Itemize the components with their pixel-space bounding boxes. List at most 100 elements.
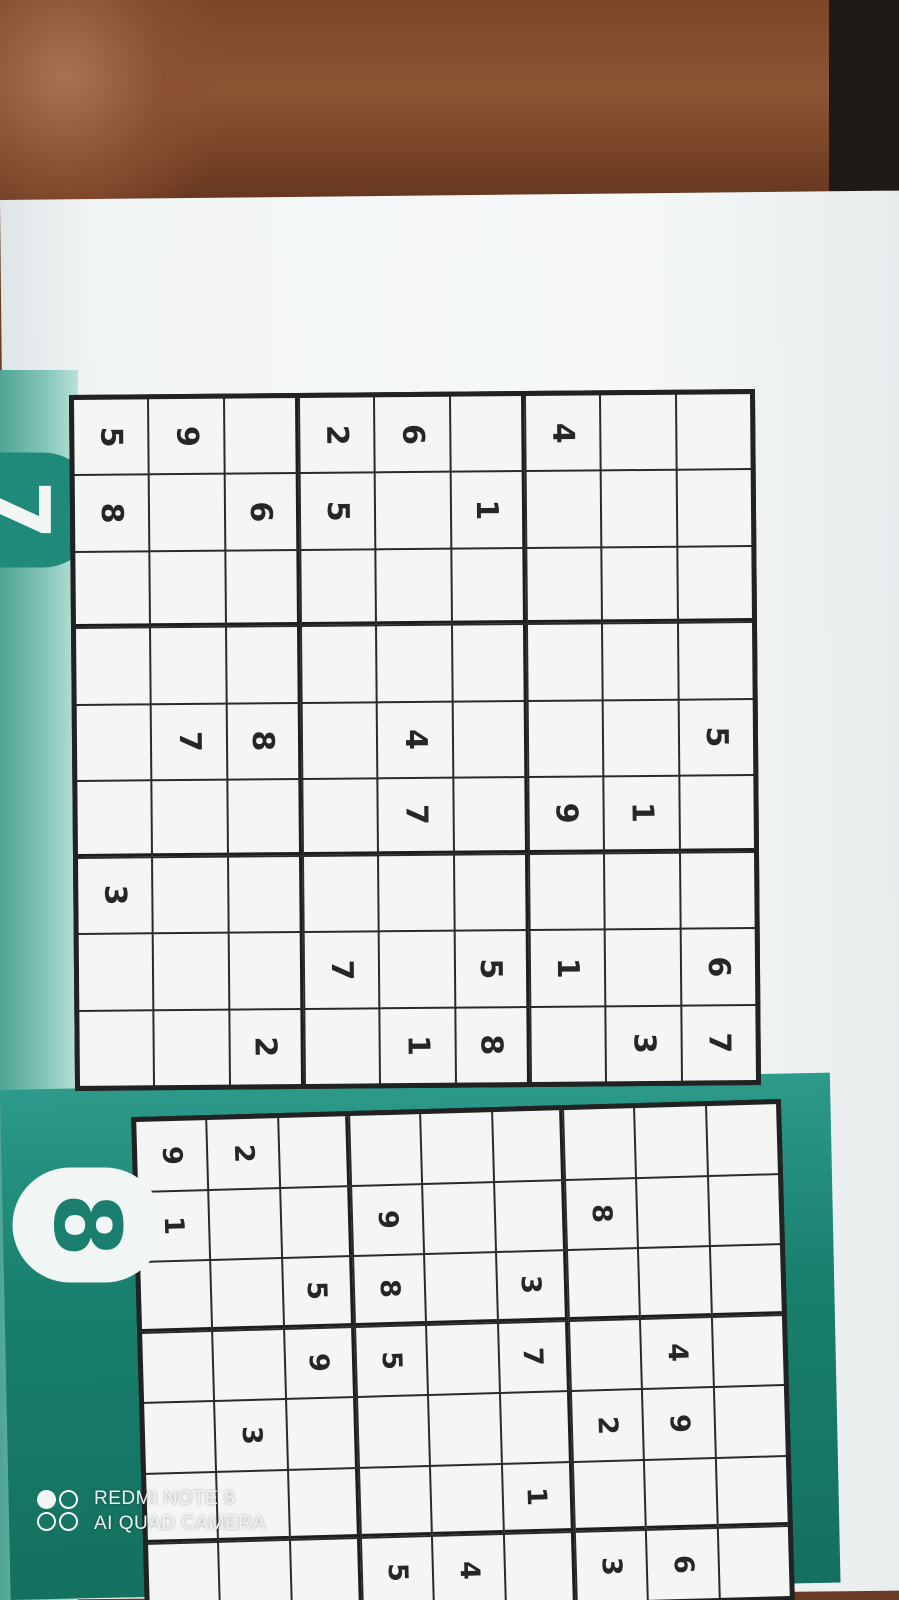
sudoku-cell: 3 (215, 1400, 287, 1471)
sudoku-cell (228, 780, 302, 856)
sudoku-cell: 1 (604, 776, 679, 852)
sudoku-cell (286, 1398, 358, 1469)
sudoku-cell: 6 (647, 1529, 719, 1600)
sudoku-digit: 7 (324, 959, 360, 981)
sudoku-digit: 7 (398, 804, 434, 826)
redmi-camera-logo-icon (36, 1488, 82, 1534)
sudoku-cell (219, 1541, 291, 1600)
sudoku-cell (526, 471, 601, 547)
sudoku-cell (605, 853, 680, 929)
sudoku-cell (527, 548, 602, 624)
sudoku-cell (451, 548, 526, 624)
sudoku-cell: 1 (530, 930, 605, 1006)
sudoku-cell (303, 779, 378, 855)
sudoku-cell (570, 1319, 642, 1391)
sudoku-cell (635, 1106, 707, 1177)
sudoku-cell: 7 (378, 778, 453, 854)
sudoku-cell (144, 1402, 216, 1473)
sudoku-cell (79, 1010, 154, 1086)
sudoku-digit: 1 (158, 1216, 190, 1236)
sudoku-cell: 9 (643, 1388, 715, 1459)
sudoku-cell: 5 (282, 1257, 355, 1328)
sudoku-cell (302, 626, 376, 702)
sudoku-cell (140, 1261, 212, 1332)
sudoku-cell: 2 (571, 1390, 644, 1461)
sudoku-cell (288, 1468, 360, 1540)
sudoku-digit: 7 (171, 731, 207, 753)
sudoku-cell (639, 1247, 711, 1318)
sudoku-cell (142, 1331, 214, 1403)
sudoku-cell: 6 (681, 929, 756, 1005)
sudoku-digit: 4 (397, 729, 433, 751)
photo-scene: 7 59264865178457913751621837 92198583957… (0, 0, 899, 1600)
sudoku-digit: 8 (585, 1204, 618, 1224)
sudoku-cell (712, 1315, 784, 1387)
sudoku-cell (492, 1110, 565, 1181)
sudoku-cell: 3 (78, 857, 152, 934)
sudoku-cell (301, 550, 376, 626)
sudoku-cell: 7 (152, 704, 226, 780)
sudoku-cell (454, 854, 529, 930)
sudoku-cell (603, 624, 678, 700)
camera-watermark: REDMI NOTE 8 AI QUAD CAMERA (36, 1486, 266, 1536)
sudoku-digit: 6 (243, 501, 279, 523)
sudoku-cell (601, 471, 676, 547)
sudoku-digit: 3 (595, 1556, 628, 1577)
sudoku-digit: 6 (667, 1554, 699, 1575)
sudoku-cell (211, 1259, 283, 1330)
sudoku-digit: 5 (375, 1351, 408, 1371)
sudoku-cell: 5 (679, 699, 754, 775)
sudoku-cell: 5 (356, 1325, 428, 1397)
sudoku-cell (452, 625, 527, 701)
sudoku-cell: 8 (74, 475, 149, 551)
sudoku-cell (376, 473, 450, 549)
sudoku-digit: 7 (701, 1032, 737, 1054)
sudoku-cell (305, 1008, 380, 1084)
sudoku-digit: 8 (373, 1279, 406, 1299)
sudoku-cell (278, 1116, 351, 1187)
sudoku-cell: 9 (136, 1120, 208, 1191)
sudoku-cell (677, 470, 752, 546)
sudoku-cell: 9 (149, 398, 224, 474)
sudoku-cell: 9 (529, 777, 604, 853)
sudoku-cell: 8 (354, 1255, 426, 1326)
sudoku-digit: 1 (550, 957, 586, 979)
puzzle-8-number: 8 (34, 1192, 141, 1257)
sudoku-cell: 8 (455, 1007, 530, 1083)
sudoku-cell (429, 1394, 501, 1465)
sudoku-cell (154, 933, 228, 1009)
sudoku-cell: 5 (300, 473, 375, 549)
sudoku-cell (602, 547, 677, 623)
sudoku-cell (710, 1245, 782, 1316)
sudoku-cell: 2 (230, 1009, 304, 1085)
sudoku-cell (680, 852, 755, 928)
sudoku-cell (77, 781, 152, 857)
sudoku-cell (716, 1456, 788, 1528)
sudoku-cell: 6 (375, 396, 450, 472)
sudoku-cell (78, 934, 153, 1010)
sudoku-cell (209, 1188, 281, 1260)
sudoku-cell (453, 701, 528, 777)
sudoku-cell (603, 700, 678, 776)
sudoku-cell: 9 (352, 1184, 424, 1256)
sudoku-digit: 5 (698, 726, 734, 748)
sudoku-cell (605, 929, 680, 1005)
sudoku-cell (494, 1180, 566, 1252)
sudoku-cell (677, 546, 752, 623)
sudoku-digit: 5 (93, 426, 129, 448)
sudoku-cell (637, 1176, 709, 1248)
sudoku-cell (601, 394, 676, 470)
sudoku-digit: 8 (94, 502, 130, 524)
sudoku-cell: 1 (502, 1462, 574, 1534)
sudoku-cell (150, 475, 224, 551)
sudoku-cell (302, 703, 377, 779)
sudoku-cell (450, 396, 525, 472)
watermark-line-2: AI QUAD CAMERA (94, 1513, 266, 1534)
sudoku-cell (350, 1114, 422, 1185)
sudoku-cell (280, 1186, 353, 1258)
sudoku-cell (706, 1104, 778, 1175)
sudoku-cell: 4 (378, 702, 452, 778)
sudoku-digit: 3 (626, 1033, 662, 1055)
sudoku-cell: 7 (681, 1005, 756, 1081)
sudoku-cell: 4 (433, 1535, 505, 1600)
